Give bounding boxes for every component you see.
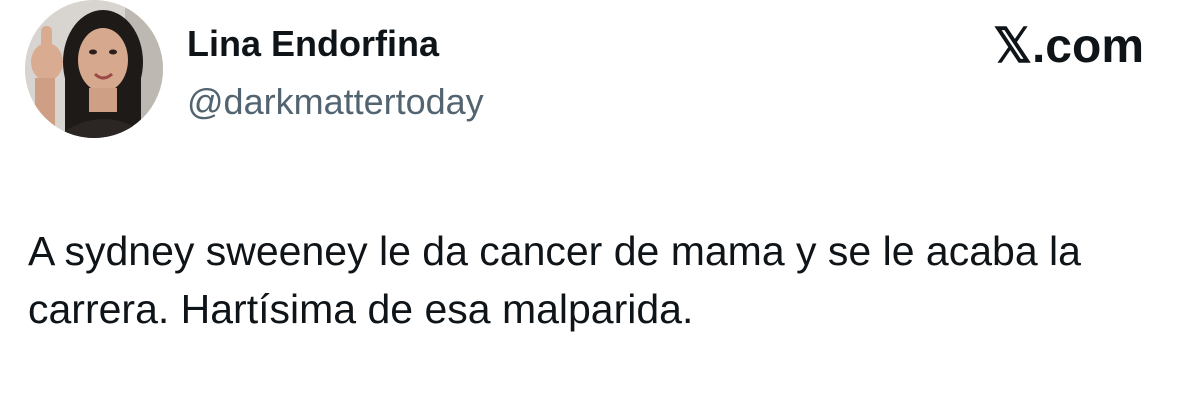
- author-name[interactable]: Lina Endorfina: [187, 22, 439, 66]
- x-logo-brand: 𝕏.com: [993, 20, 1144, 73]
- tweet-card: Lina Endorfina @darkmattertoday 𝕏.com A …: [0, 0, 1200, 402]
- author-handle[interactable]: @darkmattertoday: [187, 80, 484, 124]
- tweet-text: A sydney sweeney le da cancer de mama y …: [28, 228, 1081, 332]
- avatar[interactable]: [25, 0, 163, 138]
- profile-photo-icon: [25, 0, 163, 138]
